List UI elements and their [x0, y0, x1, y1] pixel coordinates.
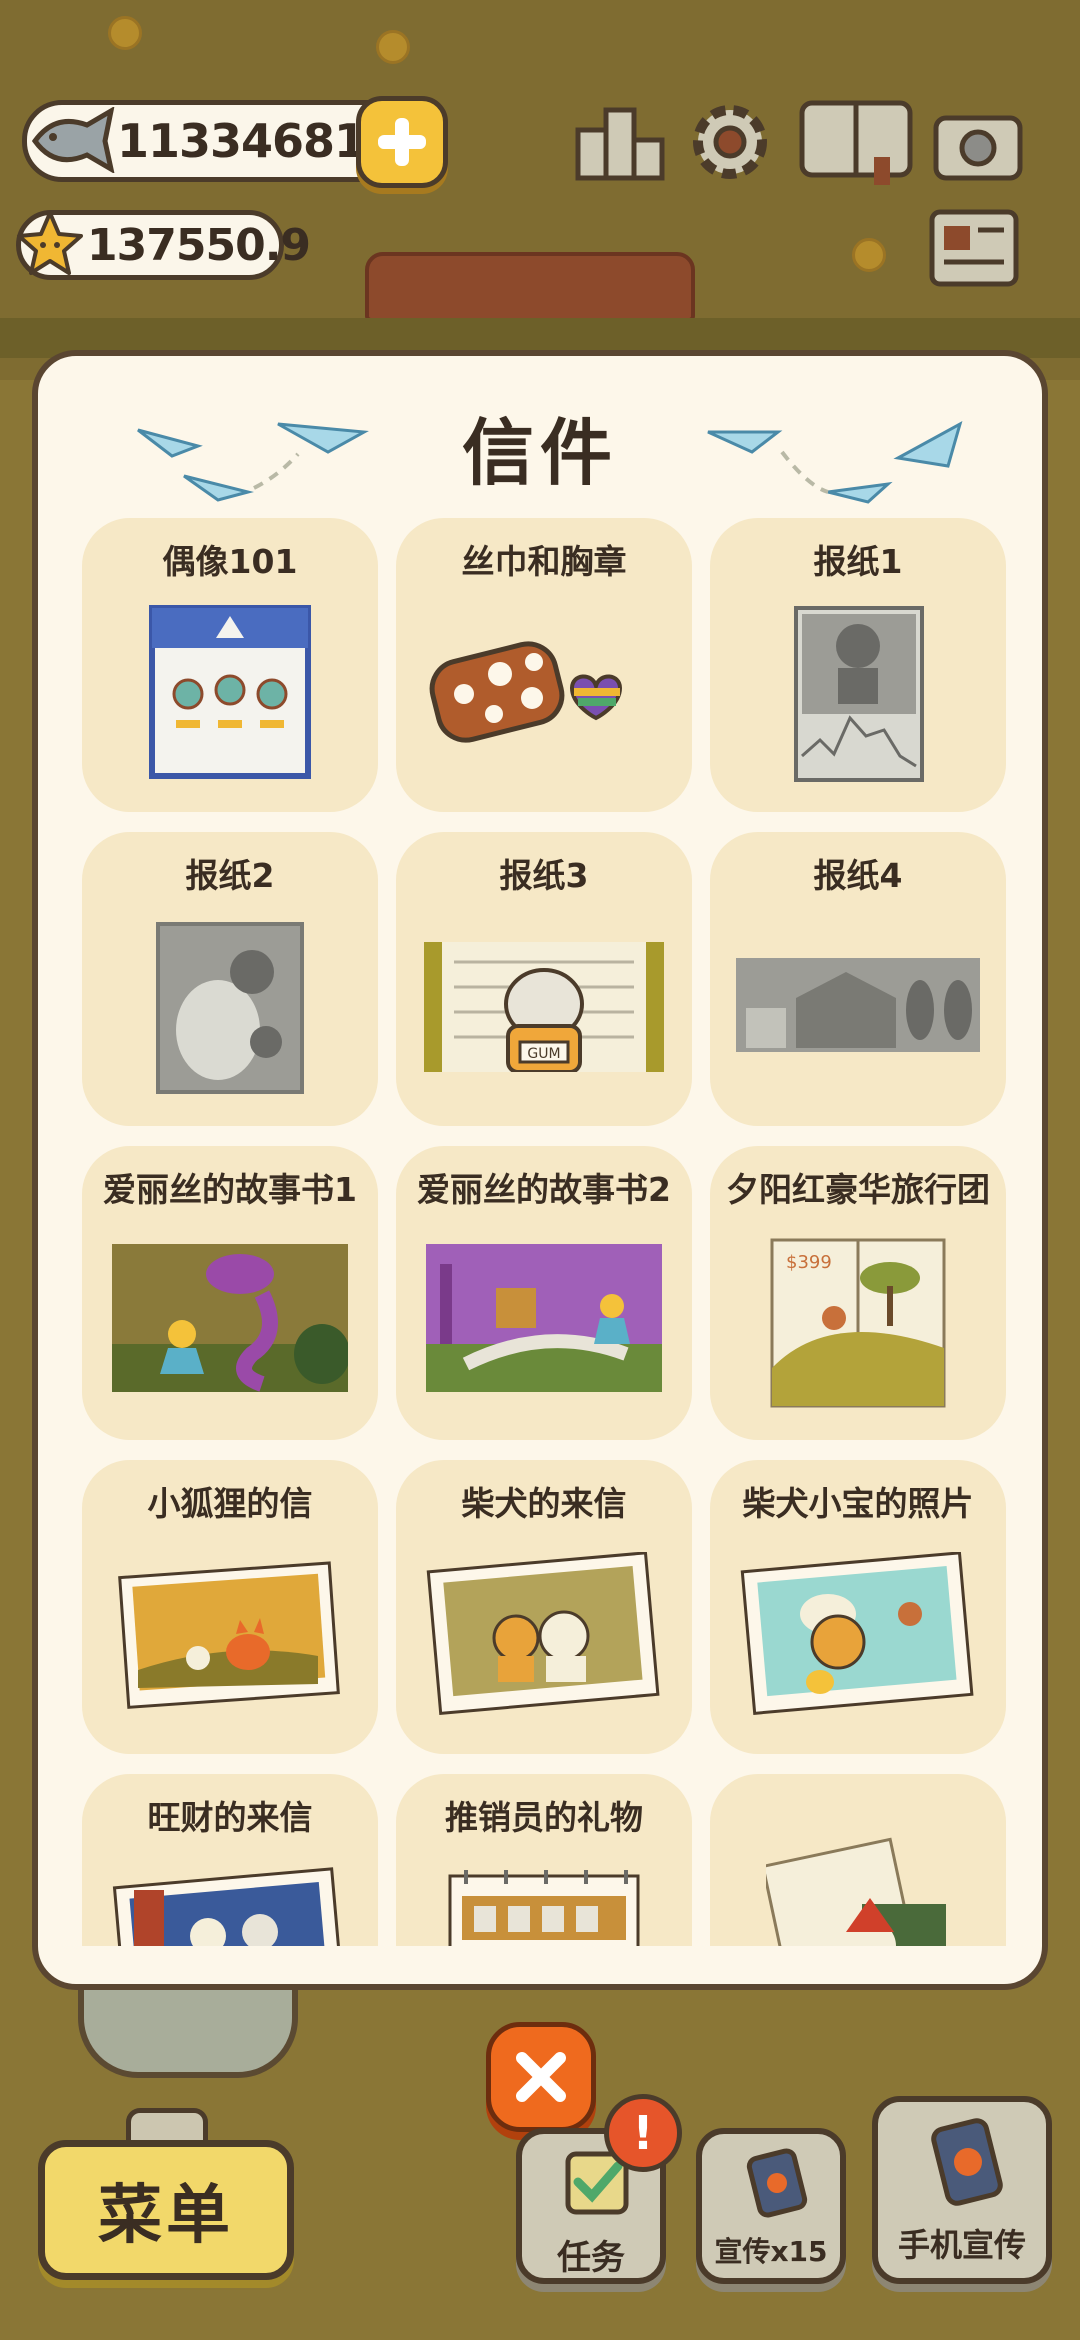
fox-photo-image: [118, 1561, 340, 1709]
card-label: 爱丽丝的故事书2: [417, 1170, 671, 1209]
card-label: 推销员的礼物: [445, 1798, 643, 1837]
shiba-baby-photo-image: [740, 1552, 974, 1715]
letter-card-newspaper-4[interactable]: 报纸4: [710, 832, 1006, 1126]
leaf-decoration: [376, 30, 410, 64]
close-dialog-button[interactable]: [486, 2022, 596, 2132]
newspaper-4-image: [736, 958, 980, 1052]
letter-card-newspaper-2[interactable]: 报纸2: [82, 832, 378, 1126]
card-label: 报纸4: [813, 856, 903, 895]
settings-button[interactable]: [682, 94, 778, 190]
card-label: 旺财的来信: [147, 1798, 313, 1837]
close-icon: [516, 2052, 566, 2102]
phone-promote-label: 手机宣传: [897, 2226, 1026, 2264]
gear-icon: [693, 105, 767, 179]
phone-promote-button[interactable]: 手机宣传: [872, 2096, 1052, 2284]
letter-card-shiba-baby[interactable]: 柴犬小宝的照片: [710, 1460, 1006, 1754]
ranking-icon: [575, 107, 665, 181]
gum-sign-text: GUM: [527, 1046, 560, 1062]
phone-icon: [931, 2118, 1003, 2206]
leaf-decoration: [852, 238, 886, 272]
fish-count: 113346811: [117, 114, 397, 168]
letter-card-alice-1[interactable]: 爱丽丝的故事书1: [82, 1146, 378, 1440]
card-label: 报纸2: [185, 856, 275, 895]
leaf-decoration: [108, 16, 142, 50]
task-alert-badge: !: [604, 2094, 682, 2172]
letters-grid: 偶像101 丝巾和胸章 报纸1 报纸2 报纸3 GUM 报纸4 爱丽丝的故事书1…: [82, 518, 1006, 1946]
letter-card-alice-2[interactable]: 爱丽丝的故事书2: [396, 1146, 692, 1440]
menu-button[interactable]: 菜单: [38, 2140, 294, 2280]
alice-storybook-2-image: [426, 1244, 662, 1392]
shiba-letter-photo-image: [426, 1552, 660, 1715]
newspaper-button[interactable]: [926, 200, 1022, 296]
ranking-button[interactable]: [572, 94, 668, 190]
star-count: 137550.9: [87, 219, 311, 271]
alice-storybook-1-image: [112, 1244, 348, 1392]
star-currency-pill: 137550.9: [16, 210, 311, 280]
newspaper-3-image: GUM: [424, 942, 664, 1072]
card-label: 小狐狸的信: [147, 1484, 313, 1523]
letter-card-salesman[interactable]: 推销员的礼物: [396, 1774, 692, 1946]
wangcai-letter-photo-image: [112, 1867, 346, 1946]
card-label: 偶像101: [162, 542, 298, 581]
price-tag-text: $399: [786, 1252, 832, 1273]
camera-button[interactable]: [930, 94, 1026, 190]
letter-card-sunset-tour[interactable]: 夕阳红豪华旅行团 $399: [710, 1146, 1006, 1440]
background-roof: [365, 252, 695, 322]
star-icon: [17, 211, 83, 275]
salesman-calendar-image: [448, 1870, 640, 1946]
card-label: 丝巾和胸章: [461, 542, 627, 581]
idol-poster-image: [149, 605, 311, 779]
newspaper-2-image: [156, 922, 304, 1094]
plus-icon: [378, 118, 426, 166]
card-label: 柴犬的来信: [461, 1484, 627, 1523]
scarf-and-badge-image: [429, 641, 623, 743]
card-label: 夕阳红豪华旅行团: [726, 1170, 990, 1209]
sunset-tour-brochure-image: $399: [770, 1238, 946, 1408]
letter-card-newspaper-3[interactable]: 报纸3 GUM: [396, 832, 692, 1126]
letter-card-scarf[interactable]: 丝巾和胸章: [396, 518, 692, 812]
newspaper-icon: [929, 209, 1019, 287]
camera-icon: [933, 115, 1023, 181]
letter-card-fox[interactable]: 小狐狸的信: [82, 1460, 378, 1754]
santa-postcard-image: [766, 1837, 946, 1946]
newspaper-1-image: [794, 606, 924, 782]
book-icon: [799, 100, 913, 185]
letter-card-wangcai[interactable]: 旺财的来信: [82, 1774, 378, 1946]
paper-planes-decoration: [707, 420, 963, 504]
card-label: 报纸1: [813, 542, 903, 581]
task-label: 任务: [557, 2238, 625, 2278]
card-label: 爱丽丝的故事书1: [103, 1170, 357, 1209]
card-label: 报纸3: [499, 856, 589, 895]
letter-card-idol[interactable]: 偶像101: [82, 518, 378, 812]
letter-card-santa[interactable]: [710, 1774, 1006, 1946]
album-button[interactable]: [796, 94, 916, 190]
add-fish-button[interactable]: [356, 96, 448, 188]
promote-button[interactable]: 宣传x15: [696, 2128, 846, 2284]
menu-label: 菜单: [98, 2179, 234, 2253]
letter-card-shiba-letter[interactable]: 柴犬的来信: [396, 1460, 692, 1754]
letter-card-newspaper-1[interactable]: 报纸1: [710, 518, 1006, 812]
promote-label: 宣传x15: [714, 2235, 828, 2268]
fish-icon: [31, 107, 115, 173]
promo-card-icon: [746, 2148, 808, 2218]
card-label: 柴犬小宝的照片: [742, 1484, 974, 1523]
letters-dialog: 信件 偶像101 丝巾和胸章 报纸1 报纸2 报纸3 GUM 报纸4 爱丽丝的故…: [32, 350, 1048, 1990]
